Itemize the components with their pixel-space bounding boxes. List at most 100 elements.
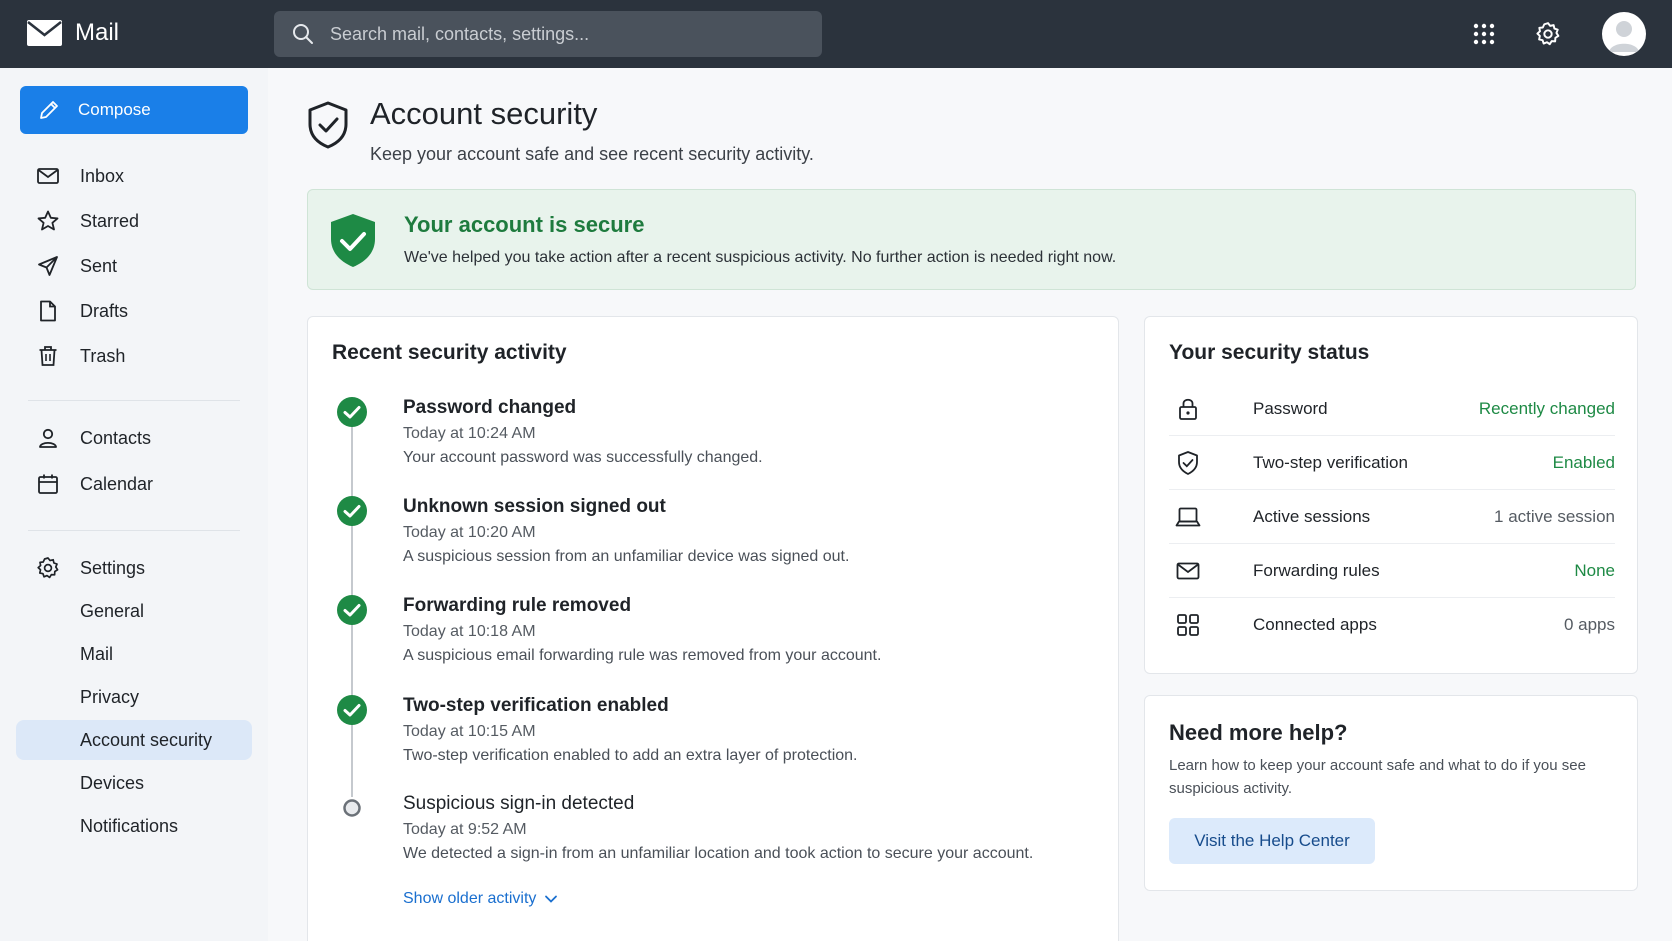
gear-icon[interactable] — [1534, 20, 1562, 48]
settings-item-label: Privacy — [80, 686, 140, 707]
status-value: 0 apps — [1563, 615, 1615, 634]
calendar-icon — [38, 474, 58, 494]
laptop-icon — [1175, 507, 1201, 526]
status-label: Active sessions — [1253, 506, 1371, 526]
check-circle-icon — [337, 496, 367, 526]
activity-item: Forwarding rule removed Today at 10:18 A… — [308, 594, 1108, 684]
show-older-label: Show older activity — [403, 890, 537, 907]
status-row-sessions[interactable]: Active sessions 1 active session — [1169, 490, 1615, 544]
pencil-icon — [40, 101, 58, 119]
settings-item-label: General — [80, 600, 145, 621]
status-row-password[interactable]: Password Recently changed — [1169, 382, 1615, 436]
activity-item-desc: A suspicious session from an unfamiliar … — [403, 548, 850, 565]
apps-icon — [1177, 614, 1199, 636]
activity-item-title: Unknown session signed out — [403, 496, 666, 517]
sidebar-item-calendar[interactable]: Calendar — [20, 464, 248, 504]
check-circle-icon — [337, 397, 367, 427]
sidebar-item-label: Inbox — [80, 165, 125, 186]
settings-item-label: Account security — [80, 729, 213, 750]
main-content: Account security Keep your account safe … — [268, 68, 1672, 941]
settings-item-mail[interactable]: Mail — [16, 634, 252, 674]
activity-item-desc: Two-step verification enabled to add an … — [403, 747, 858, 764]
inbox-icon — [37, 168, 59, 184]
person-icon — [39, 428, 57, 448]
sidebar-divider — [28, 400, 240, 401]
activity-item-title: Two-step verification enabled — [403, 695, 669, 716]
sidebar: Compose Inbox Starred Sent Drafts Trash … — [0, 68, 268, 941]
sidebar-item-sent[interactable]: Sent — [20, 246, 248, 286]
settings-item-label: Notifications — [80, 815, 179, 836]
app-brand[interactable]: Mail — [26, 18, 119, 48]
status-value: Recently changed — [1478, 398, 1615, 418]
status-title: Your security status — [1169, 341, 1370, 364]
mail-icon — [1176, 562, 1200, 579]
sidebar-item-label: Calendar — [80, 473, 154, 494]
activity-item-desc: We detected a sign-in from an unfamiliar… — [403, 845, 1034, 862]
activity-item-time: Today at 10:20 AM — [403, 524, 536, 541]
gear-icon — [37, 557, 59, 579]
draft-icon — [40, 300, 56, 322]
activity-item: Unknown session signed out Today at 10:2… — [308, 495, 1108, 585]
trash-icon — [39, 346, 57, 366]
help-title: Need more help? — [1169, 720, 1348, 745]
sidebar-item-label: Starred — [80, 210, 140, 231]
activity-item-time: Today at 9:52 AM — [403, 821, 527, 838]
activity-card: Recent security activity Password change… — [307, 316, 1119, 941]
help-text: Learn how to keep your account safe and … — [1169, 757, 1586, 797]
search-input[interactable] — [330, 23, 800, 45]
app-name: Mail — [75, 19, 120, 46]
status-label: Password — [1253, 398, 1328, 418]
activity-title: Recent security activity — [332, 341, 567, 364]
status-label: Forwarding rules — [1253, 560, 1380, 580]
sidebar-item-settings[interactable]: Settings — [20, 548, 248, 588]
status-label: Connected apps — [1253, 615, 1377, 634]
page-subtitle: Keep your account safe and see recent se… — [370, 144, 814, 164]
status-label: Two-step verification — [1253, 452, 1408, 472]
status-row-two-step[interactable]: Two-step verification Enabled — [1169, 436, 1615, 490]
settings-item-privacy[interactable]: Privacy — [16, 677, 252, 717]
shield-check-filled-icon — [331, 214, 375, 267]
sidebar-divider — [28, 530, 240, 531]
status-value: Enabled — [1552, 452, 1615, 472]
page-title: Account security — [370, 96, 598, 131]
show-older-activity-link[interactable]: Show older activity — [403, 890, 558, 908]
banner-title: Your account is secure — [404, 212, 645, 237]
apps-grid-icon[interactable] — [1470, 20, 1498, 48]
sidebar-item-label: Sent — [80, 255, 118, 276]
sidebar-item-inbox[interactable]: Inbox — [20, 156, 248, 196]
shield-check-icon — [1178, 450, 1198, 475]
help-card: Need more help? Learn how to keep your a… — [1144, 695, 1638, 891]
status-row-connected-apps[interactable]: Connected apps 0 apps — [1169, 598, 1615, 652]
compose-button[interactable]: Compose — [20, 86, 248, 134]
activity-item: Suspicious sign-in detected Today at 9:5… — [308, 792, 1108, 882]
sidebar-item-label: Drafts — [80, 300, 129, 321]
compose-label: Compose — [78, 100, 151, 119]
status-value: 1 active session — [1494, 506, 1615, 526]
settings-item-notifications[interactable]: Notifications — [16, 806, 252, 846]
search-bar[interactable] — [274, 11, 822, 57]
settings-item-general[interactable]: General — [16, 591, 252, 631]
sidebar-item-label: Settings — [80, 557, 146, 578]
activity-item-time: Today at 10:15 AM — [403, 723, 536, 740]
send-icon — [38, 256, 58, 276]
sidebar-item-drafts[interactable]: Drafts — [20, 291, 248, 331]
sidebar-item-contacts[interactable]: Contacts — [20, 418, 248, 458]
chevron-down-icon — [545, 895, 558, 903]
status-value: None — [1574, 560, 1615, 580]
lock-icon — [1179, 398, 1197, 420]
settings-item-account-security[interactable]: Account security — [16, 720, 252, 760]
settings-item-label: Devices — [80, 772, 145, 793]
activity-item: Two-step verification enabled Today at 1… — [308, 694, 1108, 784]
check-circle-icon — [337, 695, 367, 725]
activity-item-title: Forwarding rule removed — [403, 595, 632, 616]
avatar[interactable] — [1602, 12, 1646, 56]
search-icon — [293, 24, 313, 44]
sidebar-item-starred[interactable]: Starred — [20, 201, 248, 241]
settings-item-devices[interactable]: Devices — [16, 763, 252, 803]
sidebar-item-label: Trash — [80, 345, 126, 366]
help-center-button[interactable]: Visit the Help Center — [1169, 818, 1375, 864]
status-row-forwarding[interactable]: Forwarding rules None — [1169, 544, 1615, 598]
pending-circle-icon — [343, 799, 361, 817]
sidebar-item-trash[interactable]: Trash — [20, 336, 248, 376]
mail-logo-icon — [27, 20, 62, 46]
